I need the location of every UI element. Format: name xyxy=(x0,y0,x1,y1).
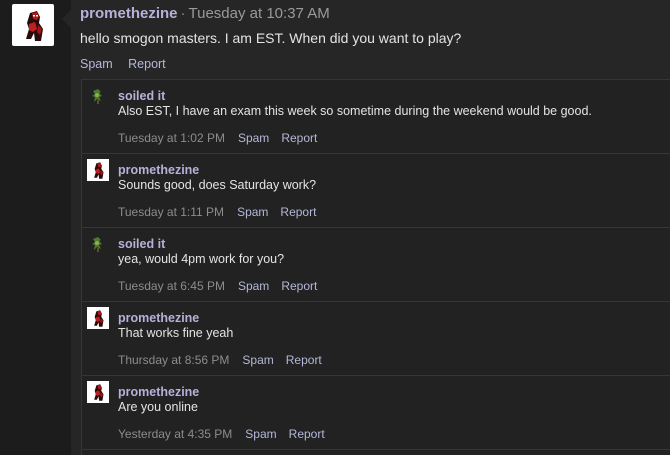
message-header: promethezine · Tuesday at 10:37 AM xyxy=(80,5,330,22)
comment-meta: Yesterday at 4:35 PM Spam Report xyxy=(118,427,337,441)
comment-text: yea, would 4pm work for you? xyxy=(118,252,285,266)
comment-author[interactable]: promethezine xyxy=(118,163,199,177)
comment-text: Also EST, I have an exam this week so so… xyxy=(118,104,592,118)
spam-link[interactable]: Spam xyxy=(245,427,276,441)
report-link[interactable]: Report xyxy=(280,205,316,219)
comment-author[interactable]: promethezine xyxy=(118,385,199,399)
avatar[interactable] xyxy=(87,233,109,255)
message-timestamp[interactable]: Tuesday at 10:37 AM xyxy=(189,5,330,22)
comment-author[interactable]: soiled it xyxy=(118,89,165,103)
comment-text: That works fine yeah xyxy=(118,326,234,340)
comment-timestamp[interactable]: Thursday at 8:56 PM xyxy=(118,353,229,367)
comment-timestamp[interactable]: Tuesday at 1:02 PM xyxy=(118,131,225,145)
report-link[interactable]: Report xyxy=(286,353,322,367)
report-link[interactable]: Report xyxy=(128,57,166,71)
comment-list: soiled it Also EST, I have an exam this … xyxy=(81,79,670,455)
comment-author[interactable]: promethezine xyxy=(118,311,199,325)
comment-timestamp[interactable]: Tuesday at 6:45 PM xyxy=(118,279,225,293)
comment-text: Are you online xyxy=(118,400,198,414)
report-link[interactable]: Report xyxy=(281,279,317,293)
spam-link[interactable]: Spam xyxy=(238,279,269,293)
deadpool-avatar-icon xyxy=(87,307,109,329)
comment-item: promethezine Are you online Yesterday at… xyxy=(82,376,670,450)
avatar[interactable] xyxy=(12,4,54,46)
comment-meta: Tuesday at 1:02 PM Spam Report xyxy=(118,131,329,145)
message-author[interactable]: promethezine xyxy=(80,5,178,22)
spam-link[interactable]: Spam xyxy=(237,205,268,219)
avatar[interactable] xyxy=(87,159,109,181)
spam-link[interactable]: Spam xyxy=(80,57,113,71)
comment-timestamp[interactable]: Tuesday at 1:11 PM xyxy=(118,205,224,219)
deadpool-avatar-icon xyxy=(87,381,109,403)
comment-meta: Tuesday at 1:11 PM Spam Report xyxy=(118,205,328,219)
profile-post-thread: promethezine · Tuesday at 10:37 AM hello s… xyxy=(0,0,670,455)
report-link[interactable]: Report xyxy=(289,427,325,441)
speech-arrow xyxy=(62,10,71,28)
comment-item: soiled it Also EST, I have an exam this … xyxy=(82,80,670,154)
spam-link[interactable]: Spam xyxy=(242,353,273,367)
avatar[interactable] xyxy=(87,85,109,107)
plant-sprite-icon xyxy=(92,237,102,252)
comment-author[interactable]: soiled it xyxy=(118,237,165,251)
spam-link[interactable]: Spam xyxy=(238,131,269,145)
avatar[interactable] xyxy=(87,307,109,329)
plant-sprite-icon xyxy=(92,89,102,104)
message-body: hello smogon masters. I am EST. When did… xyxy=(80,30,462,46)
comment-text: Sounds good, does Saturday work? xyxy=(118,178,317,192)
separator-dot: · xyxy=(180,5,186,22)
message-actions: Spam Report xyxy=(80,57,178,71)
avatar[interactable] xyxy=(87,381,109,403)
comment-item: promethezine Sounds good, does Saturday … xyxy=(82,154,670,228)
comment-timestamp[interactable]: Yesterday at 4:35 PM xyxy=(118,427,232,441)
deadpool-avatar-icon xyxy=(13,5,53,45)
deadpool-avatar-icon xyxy=(87,159,109,181)
comment-meta: Thursday at 8:56 PM Spam Report xyxy=(118,353,334,367)
comment-meta: Tuesday at 6:45 PM Spam Report xyxy=(118,279,329,293)
report-link[interactable]: Report xyxy=(281,131,317,145)
comment-item: promethezine That works fine yeah Thursd… xyxy=(82,302,670,376)
comment-item: soiled it yea, would 4pm work for you? T… xyxy=(82,228,670,302)
message-panel: promethezine · Tuesday at 10:37 AM hello s… xyxy=(71,0,670,455)
